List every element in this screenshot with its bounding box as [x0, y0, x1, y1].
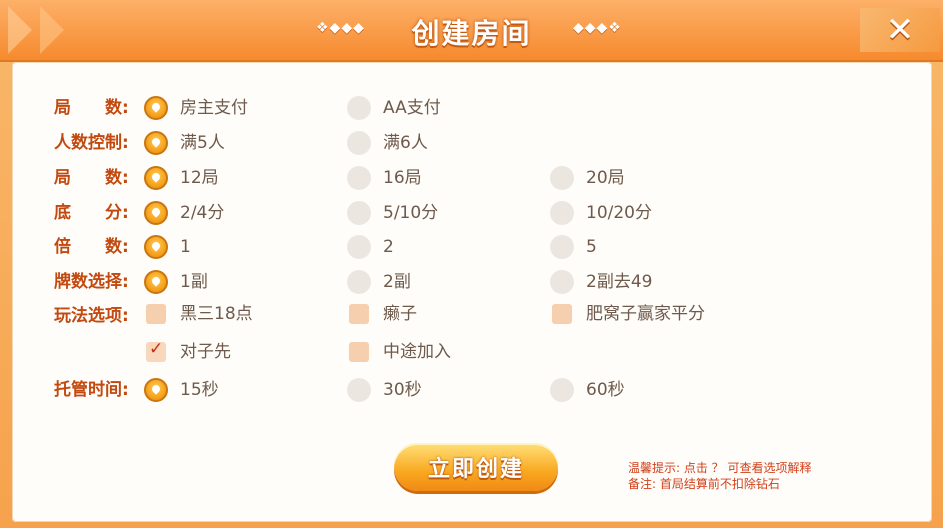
option-label[interactable]: 2副	[383, 270, 411, 294]
radio-multiplier-2[interactable]	[347, 235, 371, 259]
option-label[interactable]: 10/20分	[586, 201, 652, 225]
option-label[interactable]: 12局	[180, 166, 219, 190]
dialog-header: ❖◆◆◆ 创建房间 ◆◆◆❖ ✕	[0, 0, 943, 62]
option-label[interactable]: 15秒	[180, 378, 219, 402]
close-button[interactable]: ✕	[860, 8, 940, 52]
radio-5-players[interactable]	[144, 131, 168, 155]
option-label[interactable]: 中途加入	[383, 340, 451, 364]
radio-15-sec[interactable]	[144, 378, 168, 402]
option-label[interactable]: 5	[586, 235, 597, 259]
radio-1-deck[interactable]	[144, 270, 168, 294]
radio-20-rounds[interactable]	[550, 166, 574, 190]
create-room-label: 立即创建	[427, 457, 524, 482]
option-label[interactable]: 2	[383, 235, 394, 259]
option-label[interactable]: 30秒	[383, 378, 422, 402]
title-decoration-right: ◆◆◆❖	[573, 20, 622, 36]
radio-score-5-10[interactable]	[347, 201, 371, 225]
radio-16-rounds[interactable]	[347, 166, 371, 190]
row-label-payment: 局 数:	[54, 98, 129, 118]
row-label-players: 人数控制:	[54, 133, 129, 153]
radio-multiplier-1[interactable]	[144, 235, 168, 259]
option-label[interactable]: 60秒	[586, 378, 625, 402]
option-label[interactable]: 2/4分	[180, 201, 224, 225]
create-room-button[interactable]: 立即创建	[394, 443, 558, 491]
option-label[interactable]: 满6人	[383, 131, 428, 155]
option-label[interactable]: 肥窝子赢家平分	[586, 302, 705, 326]
radio-60-sec[interactable]	[550, 378, 574, 402]
radio-multiplier-5[interactable]	[550, 235, 574, 259]
row-label-auto-time: 托管时间:	[54, 380, 129, 400]
radio-2-decks-minus-49[interactable]	[550, 270, 574, 294]
option-label[interactable]: 对子先	[180, 340, 231, 364]
option-label[interactable]: 5/10分	[383, 201, 438, 225]
checkmark-icon: ✓	[149, 339, 164, 359]
option-label[interactable]: 1	[180, 235, 191, 259]
close-icon: ✕	[885, 10, 915, 50]
checkbox-wildcard[interactable]	[349, 304, 369, 324]
dialog-title: 创建房间	[411, 17, 532, 50]
option-label[interactable]: 20局	[586, 166, 625, 190]
option-label[interactable]: 房主支付	[180, 96, 248, 120]
tip-text: 温馨提示: 点击 ？ 可查看选项解释	[628, 461, 812, 475]
radio-30-sec[interactable]	[347, 378, 371, 402]
option-label[interactable]: 1副	[180, 270, 208, 294]
radio-2-decks[interactable]	[347, 270, 371, 294]
row-label-base-score: 底 分:	[54, 203, 129, 223]
radio-score-2-4[interactable]	[144, 201, 168, 225]
note-text: 备注: 首局结算前不扣除钻石	[628, 477, 780, 491]
row-label-decks: 牌数选择:	[54, 272, 129, 292]
row-label-rules: 玩法选项:	[54, 306, 129, 326]
radio-6-players[interactable]	[347, 131, 371, 155]
radio-aa-pay[interactable]	[347, 96, 371, 120]
option-label[interactable]: 16局	[383, 166, 422, 190]
option-label[interactable]: 黑三18点	[180, 302, 253, 326]
option-label[interactable]: AA支付	[383, 96, 441, 120]
row-label-rounds: 局 数:	[54, 168, 129, 188]
checkbox-black-three[interactable]	[146, 304, 166, 324]
row-label-multiplier: 倍 数:	[54, 237, 129, 257]
radio-score-10-20[interactable]	[550, 201, 574, 225]
option-label[interactable]: 2副去49	[586, 270, 652, 294]
checkbox-join-midway[interactable]	[349, 342, 369, 362]
option-label[interactable]: 癞子	[383, 302, 417, 326]
option-label[interactable]: 满5人	[180, 131, 225, 155]
radio-12-rounds[interactable]	[144, 166, 168, 190]
radio-owner-pay[interactable]	[144, 96, 168, 120]
checkbox-split-win[interactable]	[552, 304, 572, 324]
checkbox-pair-first[interactable]: ✓	[146, 339, 166, 362]
